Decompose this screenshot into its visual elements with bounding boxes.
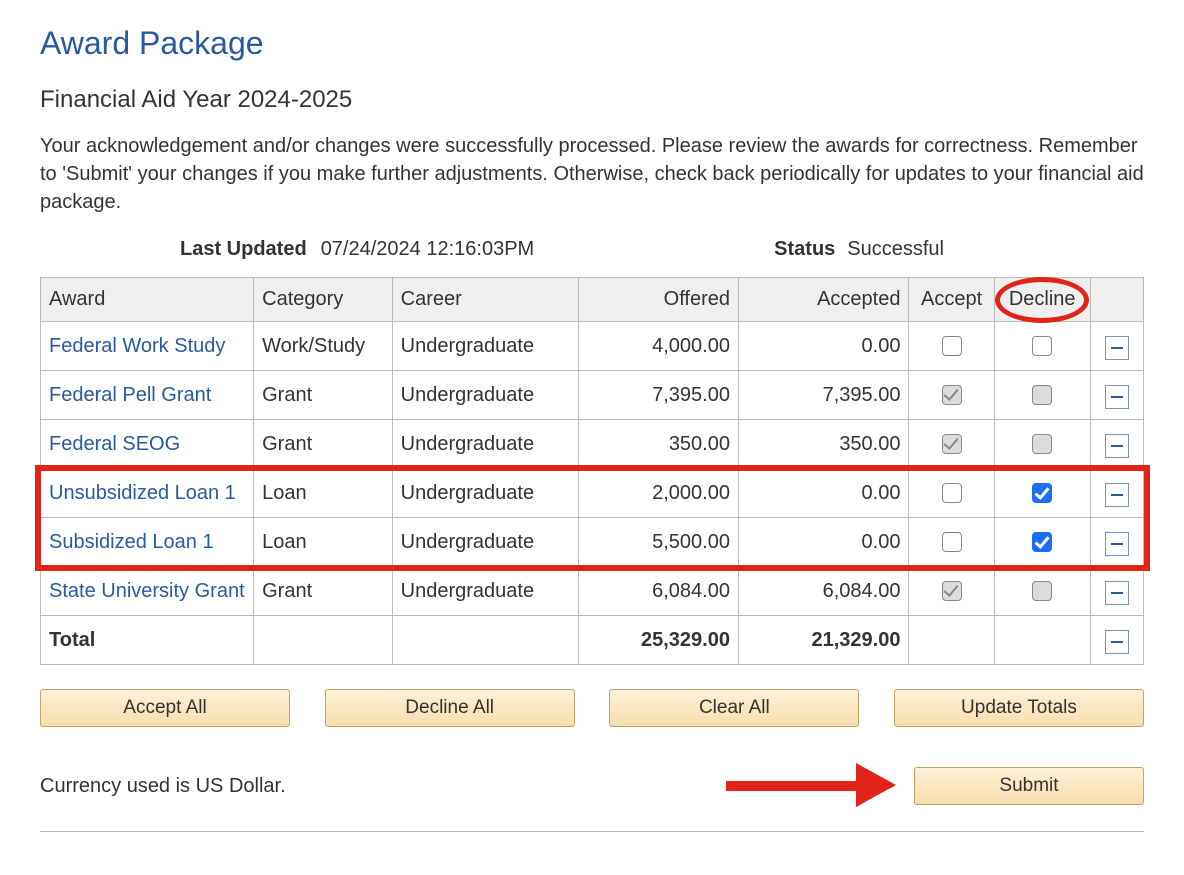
- cell-career: Undergraduate: [392, 371, 578, 420]
- col-offered: Offered: [579, 278, 739, 322]
- total-label: Total: [41, 616, 254, 665]
- table-row: Unsubsidized Loan 1 LoanUndergraduate2,00…: [41, 469, 1144, 518]
- cell-accepted: 0.00: [738, 518, 909, 567]
- accept-checkbox[interactable]: [942, 532, 962, 552]
- decline-checkbox: [1032, 581, 1052, 601]
- intro-message: Your acknowledgement and/or changes were…: [40, 132, 1144, 216]
- cell-career: Undergraduate: [392, 469, 578, 518]
- cell-accepted: 350.00: [738, 420, 909, 469]
- col-category: Category: [254, 278, 393, 322]
- cell-offered: 2,000.00: [579, 469, 739, 518]
- last-updated-value: 07/24/2024 12:16:03PM: [321, 238, 535, 261]
- cell-career: Undergraduate: [392, 420, 578, 469]
- currency-note: Currency used is US Dollar.: [40, 775, 286, 798]
- award-link[interactable]: Federal Pell Grant: [49, 384, 211, 406]
- accept-all-button[interactable]: Accept All: [40, 689, 290, 727]
- last-updated-label: Last Updated: [40, 238, 307, 261]
- total-row: Total 25,329.0021,329.00: [41, 616, 1144, 665]
- decline-checkbox[interactable]: [1032, 532, 1052, 552]
- accept-checkbox[interactable]: [942, 483, 962, 503]
- table-row: Federal Pell GrantGrantUndergraduate7,39…: [41, 371, 1144, 420]
- total-accepted: 21,329.00: [738, 616, 909, 665]
- page-title: Award Package: [40, 25, 1144, 62]
- collapse-icon[interactable]: [1105, 581, 1129, 605]
- cell-offered: 350.00: [579, 420, 739, 469]
- collapse-icon[interactable]: [1105, 385, 1129, 409]
- award-link[interactable]: Unsubsidized Loan 1: [49, 482, 236, 504]
- col-expand: [1090, 278, 1143, 322]
- cell-career: Undergraduate: [392, 567, 578, 616]
- collapse-icon[interactable]: [1105, 434, 1129, 458]
- decline-checkbox[interactable]: [1032, 483, 1052, 503]
- status-label: Status: [774, 238, 835, 261]
- cell-category: Work/Study: [254, 322, 393, 371]
- submit-button[interactable]: Submit: [914, 767, 1144, 805]
- collapse-icon[interactable]: [1105, 336, 1129, 360]
- update-totals-button[interactable]: Update Totals: [894, 689, 1144, 727]
- status-row: Last Updated 07/24/2024 12:16:03PM Statu…: [40, 238, 1144, 261]
- decline-checkbox[interactable]: [1032, 336, 1052, 356]
- cell-category: Grant: [254, 371, 393, 420]
- col-decline: Decline: [994, 278, 1090, 322]
- col-accept: Accept: [909, 278, 994, 322]
- cell-category: Loan: [254, 469, 393, 518]
- decline-all-button[interactable]: Decline All: [325, 689, 575, 727]
- cell-accepted: 0.00: [738, 469, 909, 518]
- divider: [40, 831, 1144, 832]
- collapse-icon[interactable]: [1105, 532, 1129, 556]
- col-accepted: Accepted: [738, 278, 909, 322]
- cell-offered: 6,084.00: [579, 567, 739, 616]
- accept-checkbox: [942, 434, 962, 454]
- award-link[interactable]: State University Grant: [49, 580, 245, 602]
- award-link[interactable]: Federal SEOG: [49, 433, 180, 455]
- accept-checkbox[interactable]: [942, 336, 962, 356]
- collapse-icon[interactable]: [1105, 630, 1129, 654]
- awards-table: Award Category Career Offered Accepted A…: [40, 277, 1144, 665]
- table-row: Federal SEOGGrantUndergraduate350.00350.…: [41, 420, 1144, 469]
- decline-checkbox: [1032, 385, 1052, 405]
- col-career: Career: [392, 278, 578, 322]
- accept-checkbox: [942, 385, 962, 405]
- clear-all-button[interactable]: Clear All: [609, 689, 859, 727]
- cell-offered: 4,000.00: [579, 322, 739, 371]
- cell-category: Grant: [254, 420, 393, 469]
- cell-offered: 5,500.00: [579, 518, 739, 567]
- cell-category: Grant: [254, 567, 393, 616]
- award-link[interactable]: Subsidized Loan 1: [49, 531, 214, 553]
- cell-accepted: 7,395.00: [738, 371, 909, 420]
- cell-category: Loan: [254, 518, 393, 567]
- award-link[interactable]: Federal Work Study: [49, 335, 225, 357]
- col-award: Award: [41, 278, 254, 322]
- total-offered: 25,329.00: [579, 616, 739, 665]
- cell-accepted: 6,084.00: [738, 567, 909, 616]
- cell-career: Undergraduate: [392, 322, 578, 371]
- cell-accepted: 0.00: [738, 322, 909, 371]
- aid-year-subtitle: Financial Aid Year 2024-2025: [40, 86, 1144, 114]
- cell-career: Undergraduate: [392, 518, 578, 567]
- collapse-icon[interactable]: [1105, 483, 1129, 507]
- table-row: Subsidized Loan 1 LoanUndergraduate5,500.…: [41, 518, 1144, 567]
- accept-checkbox: [942, 581, 962, 601]
- table-row: State University Grant GrantUndergraduate…: [41, 567, 1144, 616]
- table-row: Federal Work Study Work/StudyUndergraduat…: [41, 322, 1144, 371]
- decline-checkbox: [1032, 434, 1052, 454]
- status-value: Successful: [847, 238, 944, 261]
- cell-offered: 7,395.00: [579, 371, 739, 420]
